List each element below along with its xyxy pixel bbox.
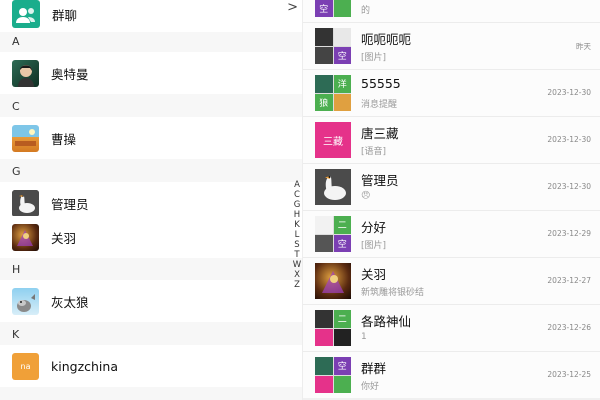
chat-title: 唐三藏	[361, 126, 399, 141]
chat-item[interactable]: 关羽 新筑雕将银砂结 2023-12-27	[303, 258, 600, 304]
contact-avatar	[12, 124, 39, 152]
chat-avatar-group: 空	[315, 357, 351, 393]
chat-time: 2023-12-30	[547, 182, 591, 191]
chat-avatar-group: 空	[315, 28, 351, 64]
contact-item[interactable]: 关羽	[0, 216, 302, 258]
index-letter[interactable]: W	[293, 260, 301, 270]
chevron-right-icon: >	[287, 0, 298, 15]
chat-title: 各路神仙	[361, 314, 412, 329]
contact-name: 奥特曼	[51, 66, 89, 82]
index-letter[interactable]: K	[294, 220, 300, 230]
section-letter-c: C	[12, 100, 20, 113]
contact-avatar	[12, 287, 39, 315]
chat-time: 2023-12-27	[547, 276, 591, 285]
contact-item[interactable]: na kingzchina	[0, 345, 302, 387]
chat-preview: 新筑雕将银砂结	[361, 288, 425, 298]
chat-time: 2023-12-30	[547, 135, 591, 144]
chat-time: 2023-12-29	[547, 229, 591, 238]
chat-item[interactable]: 空 呃呃呃呃 [图片] 昨天	[303, 23, 600, 69]
contact-name: 关羽	[51, 230, 77, 246]
chat-title: 呃呃呃呃	[361, 32, 412, 47]
index-letter[interactable]: X	[294, 270, 300, 280]
chat-preview: 你好	[361, 382, 380, 392]
index-letter[interactable]: C	[294, 190, 300, 200]
index-letter[interactable]: L	[295, 230, 300, 240]
chat-title: 群群	[361, 361, 387, 376]
chat-item[interactable]: 二 空 分好 [图片] 2023-12-29	[303, 211, 600, 257]
chat-avatar: 三藏	[315, 122, 351, 158]
chat-time: 2023-12-30	[547, 88, 591, 97]
avatar-cell-er: 二	[333, 216, 351, 234]
contact-avatar	[12, 59, 39, 87]
avatar-cell-kong: 空	[333, 234, 351, 252]
index-letter[interactable]: G	[294, 200, 301, 210]
contact-avatar	[12, 223, 39, 251]
contact-item[interactable]: 曹操	[0, 117, 302, 159]
chat-preview: 的	[361, 6, 371, 16]
chat-list-panel: 空 的 空 呃呃呃呃 [图片] 昨天 洋 狼 55555 消息提醒 2023-1…	[303, 0, 600, 400]
index-letter[interactable]: T	[294, 250, 299, 260]
contact-name: 灰太狼	[51, 294, 89, 310]
group-chat-entry[interactable]: 群聊 >	[0, 0, 302, 32]
avatar-text: 三藏	[323, 136, 343, 148]
chat-time: 昨天	[576, 42, 591, 51]
chat-preview: [图片]	[361, 53, 387, 63]
avatar-cell-kong: 空	[333, 357, 351, 375]
chat-avatar-goose	[315, 169, 351, 205]
chat-time: 2023-12-26	[547, 323, 591, 332]
chat-avatar-group: 洋 狼	[315, 75, 351, 111]
contact-item[interactable]: 奥特曼	[0, 52, 302, 94]
avatar-cell-yang: 洋	[333, 75, 351, 93]
chat-avatar-group: 二	[315, 310, 351, 346]
section-letter-a: A	[12, 35, 20, 48]
chat-preview: [语音]	[361, 147, 387, 157]
chat-avatar-group: 空	[315, 0, 351, 17]
contact-avatar-goose	[12, 189, 39, 217]
contact-name: 曹操	[51, 131, 77, 147]
chat-title: 分好	[361, 220, 387, 235]
avatar-cell-lang: 狼	[315, 93, 333, 111]
chat-avatar-group: 二 空	[315, 216, 351, 252]
chat-title: 55555	[361, 76, 401, 91]
contact-item[interactable]: 灰太狼	[0, 280, 302, 322]
chat-item[interactable]: 洋 狼 55555 消息提醒 2023-12-30	[303, 70, 600, 116]
section-letter-g: G	[12, 165, 21, 178]
chat-preview: 😠	[361, 191, 371, 201]
chat-preview: [图片]	[361, 241, 387, 251]
contact-avatar: na	[12, 352, 39, 380]
chat-item[interactable]: 管理员 😠 2023-12-30	[303, 164, 600, 210]
chat-item[interactable]: 空 群群 你好 2023-12-25	[303, 352, 600, 398]
avatar-text: na	[20, 361, 31, 371]
avatar-cell-er: 二	[333, 310, 351, 328]
alphabet-index-bar[interactable]: A C G H K L S T W X Z	[292, 180, 302, 290]
chat-preview: 消息提醒	[361, 100, 398, 110]
section-letter-k: K	[12, 328, 20, 341]
contact-list-panel: 群聊 > A 奥特曼 C 曹操 G 管理员 关羽 H 灰太狼 K na king…	[0, 0, 302, 400]
group-chat-label: 群聊	[52, 7, 78, 23]
avatar-cell-kong: 空	[315, 0, 333, 17]
chat-title: 关羽	[361, 267, 387, 282]
chat-item[interactable]: 空 的	[303, 0, 600, 22]
index-letter[interactable]: Z	[294, 280, 300, 290]
contact-name: 管理员	[51, 196, 89, 212]
group-chat-icon	[12, 0, 40, 28]
section-letter-h: H	[12, 263, 21, 276]
chat-item[interactable]: 三藏 唐三藏 [语音] 2023-12-30	[303, 117, 600, 163]
index-letter[interactable]: H	[294, 210, 300, 220]
avatar-cell-kong: 空	[333, 46, 351, 64]
chat-preview: 1	[361, 332, 367, 342]
contact-name: kingzchina	[51, 358, 118, 374]
chat-title: 管理员	[361, 173, 399, 188]
chat-time: 2023-12-25	[547, 370, 591, 379]
index-letter[interactable]: A	[294, 180, 300, 190]
chat-item[interactable]: 二 各路神仙 1 2023-12-26	[303, 305, 600, 351]
index-letter[interactable]: S	[294, 240, 299, 250]
chat-avatar	[315, 263, 351, 299]
